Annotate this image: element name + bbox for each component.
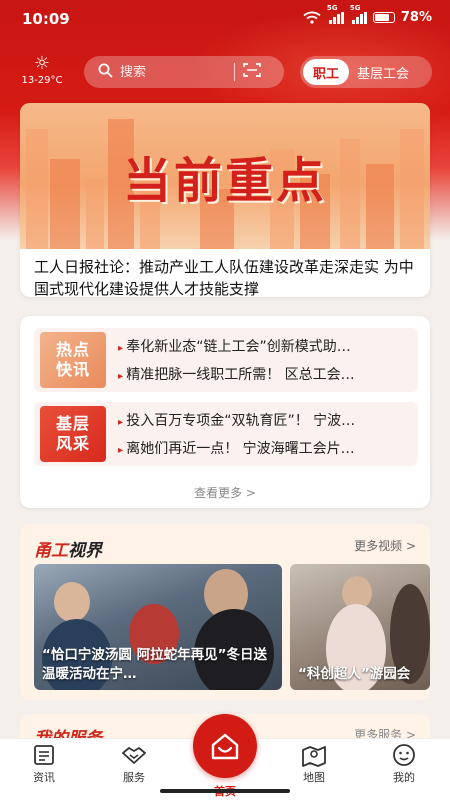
banner-image: 当前重点 (20, 103, 430, 249)
news-item[interactable]: 离她们再近一点！ 宁波海曙工会片… (118, 436, 412, 464)
handshake-icon (122, 747, 146, 764)
view-more-link[interactable]: 查看更多 > (20, 484, 430, 501)
tab-profile[interactable]: 我的 (374, 739, 434, 785)
battery-icon (372, 12, 395, 23)
role-union-tab[interactable]: 基层工会 (357, 63, 409, 82)
news-item[interactable]: 投入百万专项金“双轨育匠”！ 宁波… (118, 408, 412, 436)
video-section-title: 甬工视界 (34, 541, 102, 561)
search-icon (90, 63, 120, 82)
video-thumbnail[interactable]: “恰口宁波汤圆 阿拉蛇年再见”冬日送温暖活动在宁… (34, 564, 282, 690)
video-section: 甬工视界 更多视频 > “恰口宁波汤圆 阿拉蛇年再见”冬日送温暖活动在宁… “科… (20, 524, 430, 700)
video-caption: “科创超人”游园会 (298, 666, 411, 682)
map-icon (302, 746, 326, 767)
weather-widget[interactable]: ☼ 13-29°C (16, 53, 68, 87)
search-input[interactable] (120, 64, 230, 80)
role-worker-tab[interactable]: 职工 (303, 59, 350, 85)
banner-card[interactable]: 当前重点 工人日报社论：推动产业工人队伍建设改革走深走实 为中国式现代化建设提供… (20, 103, 430, 297)
grassroots-news-tag[interactable]: 基层 风采 (40, 406, 106, 462)
grassroots-news-block: 基层 风采 投入百万专项金“双轨育匠”！ 宁波… 离她们再近一点！ 宁波海曙工会… (34, 402, 418, 466)
sun-icon: ☼ (33, 53, 51, 74)
more-videos-link[interactable]: 更多视频 > (354, 537, 416, 554)
tab-map[interactable]: 地图 (284, 739, 344, 785)
tab-services[interactable]: 服务 (104, 739, 164, 785)
home-icon (193, 714, 257, 778)
search-bar[interactable] (84, 56, 284, 88)
signal-icon-2: 5G (350, 4, 367, 24)
temperature: 13-29°C (21, 75, 63, 86)
video-thumbnail[interactable]: “科创超人”游园会 (290, 564, 430, 690)
news-item[interactable]: 精准把脉一线职工所需！ 区总工会… (118, 362, 412, 390)
tab-news[interactable]: 资讯 (14, 739, 74, 785)
role-toggle[interactable]: 职工 基层工会 (300, 56, 432, 88)
tab-label: 我的 (393, 771, 415, 784)
news-icon (34, 745, 54, 765)
banner-caption[interactable]: 工人日报社论：推动产业工人队伍建设改革走深走实 为中国式现代化建设提供人才技能支… (20, 249, 430, 297)
tab-label: 地图 (303, 771, 325, 784)
status-time: 10:09 (22, 10, 70, 28)
tab-label: 服务 (123, 771, 145, 784)
status-bar: 10:09 5G 5G 78% (0, 0, 450, 38)
banner-overlay-title: 当前重点 (122, 153, 327, 209)
hot-news-block: 热点 快讯 奉化新业态“链上工会”创新模式助… 精准把脉一线职工所需！ 区总工会… (34, 328, 418, 392)
status-icons: 5G 5G 78% (303, 4, 432, 25)
home-indicator (160, 789, 290, 793)
profile-icon (393, 744, 415, 766)
news-item[interactable]: 奉化新业态“链上工会”创新模式助… (118, 334, 412, 362)
hot-news-tag[interactable]: 热点 快讯 (40, 332, 106, 388)
scan-icon[interactable] (235, 62, 269, 82)
battery-percent: 78% (400, 10, 432, 25)
video-caption: “恰口宁波汤圆 阿拉蛇年再见”冬日送温暖活动在宁… (42, 647, 267, 682)
news-card: 热点 快讯 奉化新业态“链上工会”创新模式助… 精准把脉一线职工所需！ 区总工会… (20, 316, 430, 508)
tab-label: 资讯 (33, 771, 55, 784)
signal-icon: 5G (327, 4, 344, 24)
wifi-icon (303, 11, 321, 24)
